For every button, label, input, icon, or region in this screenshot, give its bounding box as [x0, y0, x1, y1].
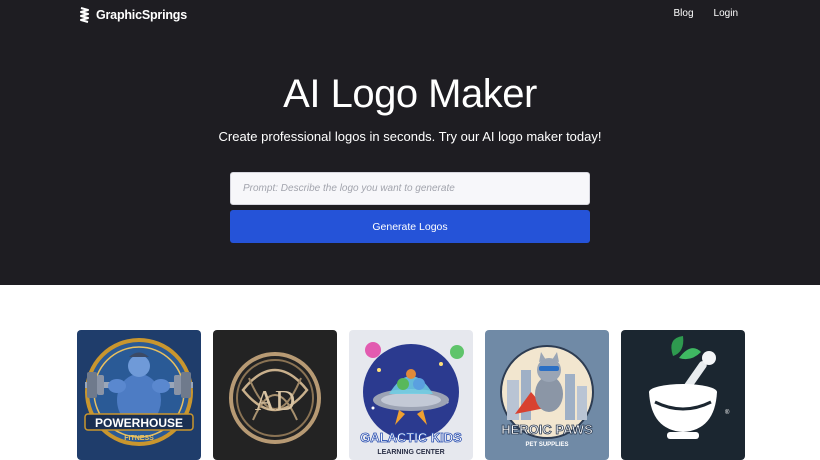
galactic-kids-logo: GALACTIC KIDS LEARNING CENTER — [349, 330, 473, 460]
prompt-input[interactable] — [230, 172, 590, 205]
powerhouse-text: POWERHOUSE — [95, 416, 183, 430]
hero-subtitle: Create professional logos in seconds. Tr… — [218, 129, 602, 144]
ad-monogram-logo: AD — [213, 330, 337, 460]
learning-center-text: LEARNING CENTER — [377, 449, 444, 456]
fitness-text: FITNESS — [124, 435, 154, 442]
brand-name: GraphicSprings — [96, 8, 187, 22]
mortar-pestle-logo: ® — [621, 330, 745, 460]
logo-card[interactable]: ® — [621, 330, 745, 460]
nav-link-login[interactable]: Login — [714, 8, 738, 19]
hero-section: GraphicSprings Blog Login AI Logo Maker … — [0, 0, 820, 285]
logo-card[interactable]: POWERHOUSE FITNESS — [77, 330, 201, 460]
top-nav: Blog Login — [674, 8, 738, 19]
logo-gallery: POWERHOUSE FITNESS AD GALACTIC KIDS LEAR… — [77, 330, 745, 460]
logo-card[interactable]: GALACTIC KIDS LEARNING CENTER — [349, 330, 473, 460]
svg-text:®: ® — [725, 409, 730, 416]
logo-card[interactable]: HEROIC PAWS PET SUPPLIES — [485, 330, 609, 460]
nav-link-blog[interactable]: Blog — [674, 8, 694, 19]
heroic-paws-text: HEROIC PAWS — [501, 422, 593, 437]
heroic-paws-logo: HEROIC PAWS PET SUPPLIES — [485, 330, 609, 460]
ad-monogram-text: AD — [255, 386, 295, 417]
springs-logo-icon — [80, 7, 89, 23]
powerhouse-fitness-logo: POWERHOUSE FITNESS — [77, 330, 201, 460]
brand-logo[interactable]: GraphicSprings — [80, 5, 187, 25]
logo-card[interactable]: AD — [213, 330, 337, 460]
page-title: AI Logo Maker — [283, 72, 537, 116]
generate-logos-button[interactable]: Generate Logos — [230, 210, 590, 243]
